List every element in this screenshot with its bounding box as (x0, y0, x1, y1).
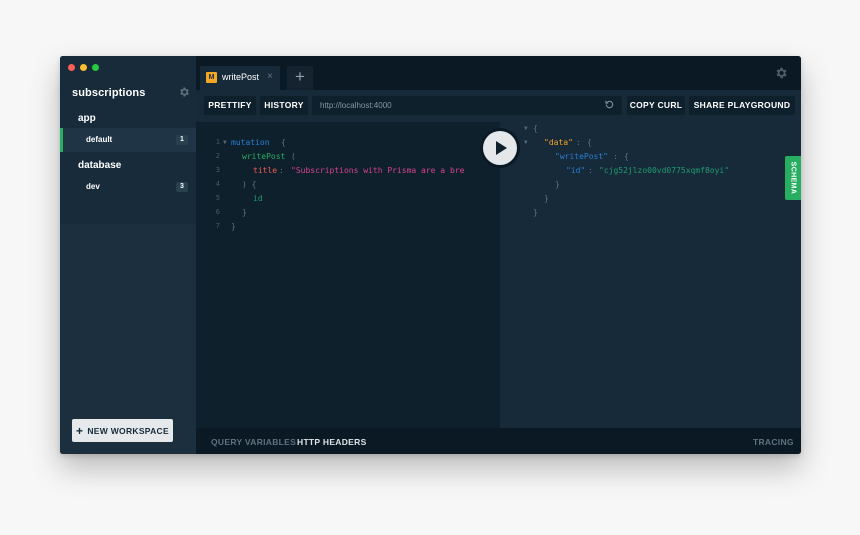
result-viewer: ▼ { ▼ "data" : { "writePost" : { "id" : … (500, 122, 801, 428)
play-icon (483, 131, 517, 165)
result-brace: } (544, 194, 549, 203)
line-number: 5 (215, 194, 220, 202)
schema-tab[interactable]: SCHEMA (785, 156, 801, 200)
reload-schema-icon[interactable] (604, 99, 615, 110)
line-number: 4 (215, 180, 220, 188)
add-tab-button[interactable]: + (287, 66, 313, 90)
playground-window: subscriptions app default 1 database dev… (60, 56, 801, 454)
env-count-badge: 1 (176, 135, 188, 145)
result-brace: { (533, 124, 538, 133)
result-id-value: "cjg52jlzo00vd0775xqmf8oyi" (599, 166, 730, 175)
prettify-button[interactable]: PRETTIFY (204, 96, 256, 115)
section-label-app: app (78, 113, 96, 124)
endpoint-url-input[interactable] (312, 96, 622, 115)
http-headers-tab[interactable]: HTTP HEADERS (297, 437, 367, 447)
tab-writepost[interactable]: M writePost × (200, 66, 280, 90)
code-brace: { (281, 138, 286, 147)
new-workspace-label: NEW WORKSPACE (87, 425, 169, 436)
minimize-window-icon[interactable] (80, 64, 87, 71)
code-paren-brace: ) { (242, 180, 257, 189)
execute-query-button[interactable] (480, 128, 520, 168)
argument-value: "Subscriptions with Prisma are a bre (291, 166, 465, 175)
result-brace: { (624, 152, 629, 161)
result-brace: } (533, 208, 538, 217)
selection-field: id (253, 194, 263, 203)
fold-arrow-icon[interactable]: ▼ (524, 139, 528, 153)
code-paren: ( (291, 152, 296, 161)
code-brace: } (231, 222, 236, 231)
env-name: default (86, 135, 113, 144)
line-number: 1 (215, 138, 220, 146)
result-colon: : (613, 152, 618, 161)
line-number: 7 (215, 222, 220, 230)
line-number: 6 (215, 208, 220, 216)
argument-name: title (253, 166, 278, 175)
query-editor[interactable]: 1 ▼ mutation { 2 writePost ( 3 title : "… (200, 122, 500, 428)
mutation-keyword: mutation (231, 138, 270, 147)
project-title: subscriptions (72, 87, 146, 99)
line-number: 3 (215, 166, 220, 174)
close-tab-icon[interactable]: × (267, 71, 273, 82)
result-colon: : (576, 138, 581, 147)
env-count-badge: 3 (176, 182, 188, 192)
copy-curl-button[interactable]: COPY CURL (627, 96, 685, 115)
project-settings-gear-icon[interactable] (178, 86, 190, 98)
function-name: writePost (242, 152, 286, 161)
code-brace: } (242, 208, 247, 217)
result-colon: : (588, 166, 593, 175)
line-number: 2 (215, 152, 220, 160)
settings-gear-icon[interactable] (774, 66, 788, 80)
bottom-bar: QUERY VARIABLES HTTP HEADERS TRACING (196, 428, 801, 454)
schema-label: SCHEMA (789, 161, 797, 195)
tracing-tab[interactable]: TRACING (753, 437, 794, 447)
section-label-database: database (78, 160, 122, 171)
tab-label: writePost (222, 72, 260, 82)
plus-icon: + (76, 423, 84, 438)
mutation-badge: M (206, 72, 217, 83)
maximize-window-icon[interactable] (92, 64, 99, 71)
result-data-key: "data" (544, 138, 573, 147)
share-playground-button[interactable]: SHARE PLAYGROUND (689, 96, 795, 115)
fold-arrow-icon[interactable]: ▼ (524, 125, 528, 139)
query-variables-tab[interactable]: QUERY VARIABLES (211, 437, 296, 447)
result-writepost-key: "writePost" (555, 152, 608, 161)
new-workspace-button[interactable]: + NEW WORKSPACE (72, 419, 173, 442)
history-button[interactable]: HISTORY (260, 96, 308, 115)
env-name: dev (86, 182, 100, 191)
result-brace: { (587, 138, 592, 147)
toolbar: PRETTIFY HISTORY COPY CURL SHARE PLAYGRO… (196, 90, 801, 122)
result-brace: } (555, 180, 560, 189)
sidebar: subscriptions app default 1 database dev… (60, 56, 196, 454)
tab-bar: M writePost × + (196, 56, 801, 90)
code-colon: : (279, 166, 284, 175)
sidebar-item-default[interactable]: default 1 (60, 128, 196, 152)
sidebar-item-dev[interactable]: dev 3 (60, 175, 196, 199)
fold-arrow-icon[interactable]: ▼ (223, 139, 227, 153)
result-id-key: "id" (566, 166, 586, 175)
close-window-icon[interactable] (68, 64, 75, 71)
